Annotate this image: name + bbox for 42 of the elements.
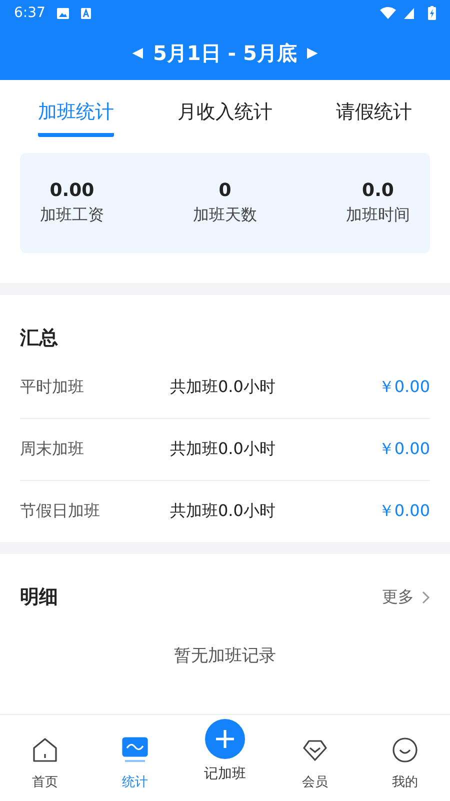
nav-tab[interactable]: 我的 bbox=[370, 737, 440, 791]
stat-label: 加班工资 bbox=[40, 205, 104, 226]
diamond-icon bbox=[302, 737, 328, 763]
stat-value: 0.0 bbox=[362, 180, 394, 201]
smile-icon bbox=[392, 737, 418, 763]
overtime-type: 节假日加班 bbox=[20, 501, 101, 522]
overtime-hours: 共加班0.0小时 bbox=[170, 501, 276, 522]
tab[interactable]: 请假统计 bbox=[336, 89, 412, 137]
overtime-amount: ￥0.00 bbox=[378, 377, 430, 398]
signal-icon bbox=[404, 8, 414, 18]
overtime-type: 周末加班 bbox=[20, 439, 85, 460]
nav-tab[interactable]: 会员 bbox=[280, 737, 350, 791]
chart-icon bbox=[122, 737, 148, 763]
date-range-title: 5月1日 - 5月底 bbox=[153, 40, 297, 66]
wifi-icon bbox=[380, 7, 396, 19]
chevron-right-icon bbox=[422, 590, 430, 604]
home-icon bbox=[32, 737, 58, 763]
image-icon bbox=[57, 8, 70, 18]
section-title: 汇总 bbox=[20, 326, 59, 351]
battery-icon bbox=[428, 6, 436, 20]
add-overtime-label[interactable]: 记加班 bbox=[204, 765, 246, 783]
stat-value: 0.00 bbox=[50, 180, 94, 201]
overtime-amount: ￥0.00 bbox=[378, 501, 430, 522]
empty-message: 暂无加班记录 bbox=[173, 645, 277, 667]
section-title: 明细 bbox=[20, 585, 58, 610]
nav-tab[interactable]: 首页 bbox=[10, 737, 80, 791]
font-icon bbox=[81, 8, 92, 18]
nav-tab[interactable]: 统计 bbox=[100, 737, 170, 791]
next-month-button[interactable]: ▶ bbox=[306, 45, 318, 61]
overtime-type: 平时加班 bbox=[20, 377, 85, 398]
stat-value: 0 bbox=[218, 180, 232, 201]
overtime-hours: 共加班0.0小时 bbox=[170, 377, 276, 398]
status-time: 6:37 bbox=[14, 5, 46, 21]
stat-label: 加班时间 bbox=[346, 205, 410, 226]
tab[interactable]: 月收入统计 bbox=[178, 89, 272, 137]
more-link[interactable]: 更多 bbox=[382, 576, 430, 608]
overtime-hours: 共加班0.0小时 bbox=[170, 439, 276, 460]
previous-month-button[interactable]: ◀ bbox=[132, 45, 143, 61]
stat-label: 加班天数 bbox=[193, 205, 257, 226]
add-icon[interactable] bbox=[205, 719, 245, 759]
overtime-amount: ￥0.00 bbox=[378, 439, 430, 460]
tab[interactable]: 加班统计 bbox=[38, 89, 114, 137]
